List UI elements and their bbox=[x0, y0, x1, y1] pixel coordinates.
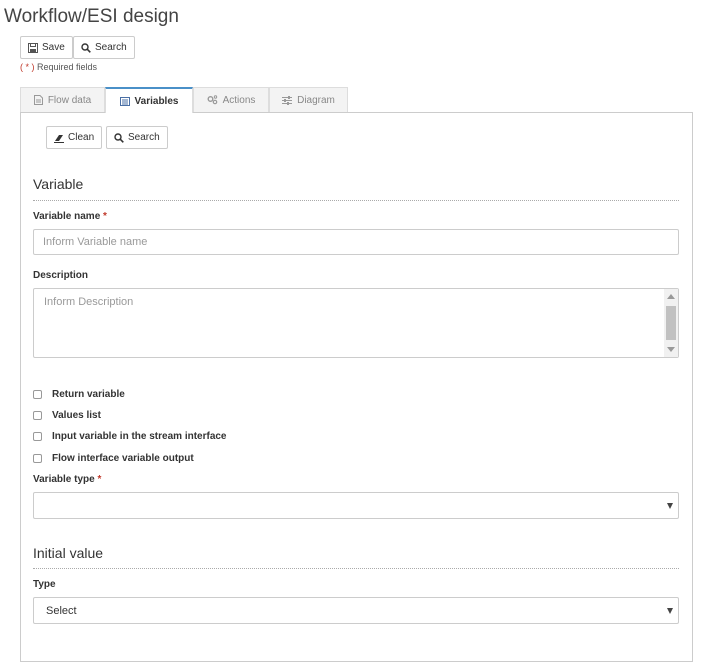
required-star: * bbox=[97, 474, 102, 485]
tab-variables[interactable]: Variables bbox=[105, 87, 193, 113]
page-title: Workflow/ESI design bbox=[4, 6, 179, 27]
description-label: Description bbox=[33, 270, 89, 281]
description-textarea[interactable]: Inform Description bbox=[33, 288, 679, 358]
values-list-checkbox[interactable] bbox=[33, 411, 42, 420]
output-variable-label: Flow interface variable output bbox=[52, 453, 194, 464]
save-button-label: Save bbox=[42, 42, 65, 53]
variable-section-divider bbox=[33, 200, 679, 201]
variable-type-label: Variable type * bbox=[33, 474, 101, 485]
tab-flow-data-label: Flow data bbox=[47, 94, 92, 106]
save-button[interactable]: Save bbox=[20, 36, 73, 59]
variable-type-label-text: Variable type bbox=[33, 474, 95, 485]
variables-panel bbox=[20, 112, 693, 662]
required-note-star: ( * ) bbox=[20, 62, 35, 72]
required-fields-note: ( * ) Required fields bbox=[20, 62, 97, 72]
variable-name-label: Variable name * bbox=[33, 211, 107, 222]
initial-value-section-title: Initial value bbox=[33, 545, 104, 561]
tab-actions-label: Actions bbox=[222, 94, 256, 106]
search-button-label: Search bbox=[95, 42, 127, 53]
clean-button-label: Clean bbox=[68, 132, 95, 143]
chevron-down-icon bbox=[667, 503, 673, 509]
list-icon bbox=[119, 96, 130, 106]
variable-section-title: Variable bbox=[33, 176, 84, 192]
tab-diagram-label: Diagram bbox=[297, 94, 335, 106]
initial-value-type-select[interactable]: Select bbox=[33, 597, 679, 624]
values-list-label: Values list bbox=[52, 410, 101, 421]
save-icon bbox=[28, 42, 38, 53]
scroll-thumb[interactable] bbox=[666, 306, 676, 340]
scroll-up-arrow-icon[interactable] bbox=[667, 294, 675, 299]
clean-button[interactable]: Clean bbox=[46, 126, 103, 149]
panel-search-button[interactable]: Search bbox=[106, 126, 168, 149]
gears-icon bbox=[207, 95, 217, 105]
tab-actions[interactable]: Actions bbox=[193, 87, 269, 112]
search-button[interactable]: Search bbox=[73, 36, 135, 59]
eraser-icon bbox=[54, 134, 64, 143]
return-variable-checkbox[interactable] bbox=[33, 390, 42, 399]
tab-diagram[interactable]: Diagram bbox=[269, 87, 348, 112]
chevron-down-icon bbox=[667, 608, 673, 614]
input-variable-label: Input variable in the stream interface bbox=[52, 431, 227, 442]
tab-variables-label: Variables bbox=[134, 95, 179, 107]
variable-type-select[interactable] bbox=[33, 492, 679, 519]
search-icon bbox=[114, 132, 124, 143]
tab-flow-data[interactable]: Flow data bbox=[20, 87, 105, 112]
values-list-option: Values list bbox=[33, 410, 101, 421]
tab-bar: Flow data Variables Actions Diagram bbox=[20, 87, 348, 113]
output-variable-checkbox[interactable] bbox=[33, 454, 42, 463]
document-icon bbox=[33, 95, 43, 105]
initial-value-section-divider bbox=[33, 568, 679, 569]
required-note-text: Required fields bbox=[37, 62, 98, 72]
required-star: * bbox=[103, 211, 107, 222]
variable-name-input[interactable] bbox=[33, 229, 679, 255]
panel-search-button-label: Search bbox=[128, 132, 160, 143]
input-variable-checkbox[interactable] bbox=[33, 432, 42, 441]
description-placeholder: Inform Description bbox=[44, 296, 134, 308]
description-scrollbar[interactable] bbox=[664, 289, 678, 357]
output-variable-option: Flow interface variable output bbox=[33, 453, 194, 464]
input-variable-option: Input variable in the stream interface bbox=[33, 431, 227, 442]
scroll-down-arrow-icon[interactable] bbox=[667, 347, 675, 352]
sliders-icon bbox=[282, 95, 293, 105]
return-variable-label: Return variable bbox=[52, 389, 125, 400]
search-icon bbox=[81, 42, 91, 53]
return-variable-option: Return variable bbox=[33, 389, 125, 400]
variable-name-label-text: Variable name bbox=[33, 211, 101, 222]
initial-value-type-value: Select bbox=[46, 605, 77, 617]
type-label: Type bbox=[33, 579, 56, 590]
